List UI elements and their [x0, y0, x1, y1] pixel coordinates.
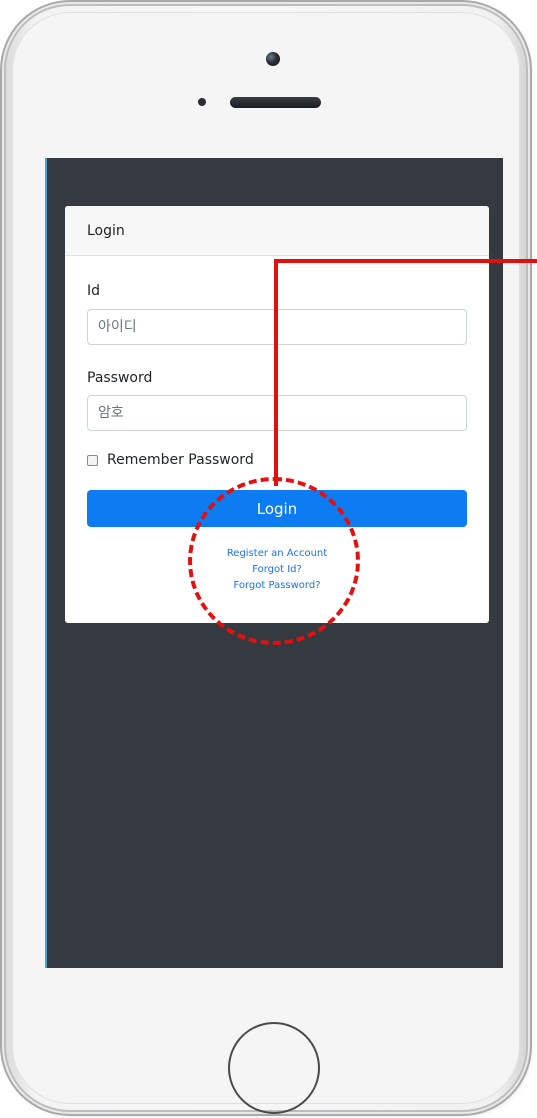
remember-password-label: Remember Password [107, 452, 254, 468]
annotation-dashed-circle [188, 477, 360, 645]
password-label: Password [87, 370, 153, 386]
annotation-line-vertical [274, 262, 278, 486]
card-title: Login [87, 222, 125, 239]
annotation-line-horizontal [274, 259, 537, 263]
earpiece-speaker-icon [230, 97, 321, 108]
id-label: Id [87, 283, 101, 299]
remember-password-row[interactable]: Remember Password [87, 452, 254, 468]
front-camera-icon [266, 52, 280, 66]
screenshot-stage: Login Id Password Remember Password Logi… [0, 0, 537, 1118]
login-card-header: Login [65, 206, 489, 256]
remember-password-checkbox[interactable] [87, 454, 98, 466]
home-button[interactable] [228, 1022, 320, 1114]
proximity-sensor-icon [198, 98, 206, 106]
